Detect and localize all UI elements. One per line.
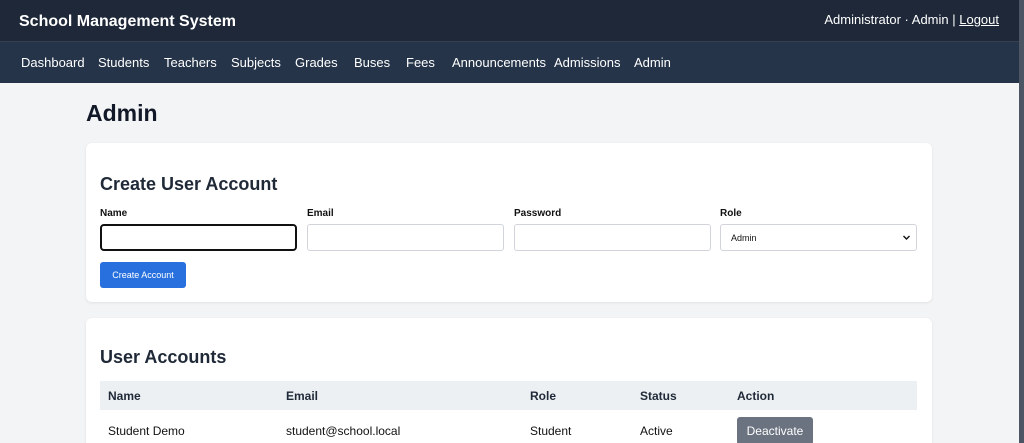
app-title: School Management System (19, 13, 236, 30)
password-input[interactable] (514, 224, 711, 251)
logout-link[interactable]: Logout (959, 12, 999, 27)
top-header: School Management System Administrator ·… (0, 0, 1024, 42)
cell-role: Student (530, 424, 572, 438)
cell-email: student@school.local (286, 424, 401, 438)
cell-name: Student Demo (108, 424, 185, 438)
page-title: Admin (86, 100, 158, 126)
nav-item-announcements[interactable]: Announcements (452, 55, 546, 70)
create-account-button[interactable]: Create Account (100, 262, 186, 288)
nav-item-buses[interactable]: Buses (354, 55, 390, 70)
deactivate-button[interactable]: Deactivate (737, 417, 813, 443)
create-account-card: Create User Account Name Email Password … (86, 143, 932, 302)
name-input[interactable] (100, 224, 297, 251)
email-label: Email (307, 208, 334, 219)
cell-status: Active (640, 424, 673, 438)
user-role-text: Administrator · Admin | (824, 12, 960, 27)
user-accounts-card: User Accounts Name Email Role Status Act… (86, 318, 932, 443)
user-info: Administrator · Admin | Logout (824, 12, 999, 28)
nav-item-subjects[interactable]: Subjects (231, 55, 281, 70)
column-header-status: Status (640, 389, 677, 403)
password-label: Password (514, 208, 562, 219)
scrollbar[interactable] (1019, 0, 1024, 443)
nav-item-fees[interactable]: Fees (406, 55, 435, 70)
column-header-email: Email (286, 389, 319, 403)
column-header-role: Role (530, 389, 557, 403)
column-header-action: Action (737, 389, 775, 403)
nav-item-dashboard[interactable]: Dashboard (21, 55, 85, 70)
nav-item-admissions[interactable]: Admissions (554, 55, 620, 70)
nav-item-admin[interactable]: Admin (634, 55, 671, 70)
role-label: Role (720, 208, 742, 219)
table-header: Name Email Role Status Action (100, 381, 917, 410)
create-account-title: Create User Account (100, 174, 278, 194)
role-select[interactable]: Admin (720, 224, 917, 251)
nav-item-grades[interactable]: Grades (295, 55, 338, 70)
name-label: Name (100, 208, 128, 219)
email-input[interactable] (307, 224, 504, 251)
table-row: Student Demo student@school.local Studen… (100, 410, 917, 443)
role-selected-value: Admin (731, 233, 757, 243)
column-header-name: Name (108, 389, 141, 403)
chevron-down-icon (902, 226, 911, 260)
main-nav: Dashboard Students Teachers Subjects Gra… (0, 42, 1024, 83)
nav-item-teachers[interactable]: Teachers (164, 55, 217, 70)
user-accounts-title: User Accounts (100, 347, 227, 367)
nav-item-students[interactable]: Students (98, 55, 149, 70)
